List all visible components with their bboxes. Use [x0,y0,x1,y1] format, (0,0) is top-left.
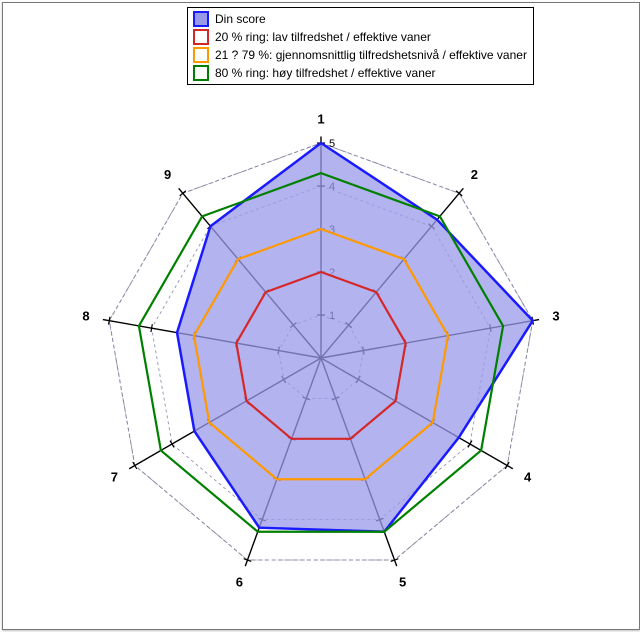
legend-label: Din score [215,11,266,27]
legend-label: 80 % ring: høy tilfredshet / effektive v… [215,65,436,81]
radar-chart: 12345678912345 [3,83,639,629]
svg-text:3: 3 [552,309,559,324]
svg-text:9: 9 [164,167,171,182]
legend-row: 21 ? 79 %: gjennomsnittlig tilfredshetsn… [192,46,527,64]
svg-text:5: 5 [399,574,406,589]
legend-row: Din score [192,10,527,28]
svg-text:6: 6 [236,574,243,589]
svg-text:4: 4 [524,469,532,484]
legend-row: 80 % ring: høy tilfredshet / effektive v… [192,64,527,82]
svg-text:8: 8 [82,309,89,324]
legend-row: 20 % ring: lav tilfredshet / effektive v… [192,28,527,46]
chart-frame: Din score 20 % ring: lav tilfredshet / e… [2,2,640,630]
series-score [177,143,533,532]
legend-swatch-icon [193,29,209,45]
legend-label: 20 % ring: lav tilfredshet / effektive v… [215,29,431,45]
legend-swatch-icon [193,65,209,81]
legend: Din score 20 % ring: lav tilfredshet / e… [187,7,534,85]
legend-swatch-icon [193,11,209,27]
svg-text:1: 1 [317,111,324,126]
legend-swatch-icon [193,47,209,63]
svg-text:2: 2 [471,167,478,182]
svg-text:7: 7 [111,469,118,484]
legend-label: 21 ? 79 %: gjennomsnittlig tilfredshetsn… [215,47,527,63]
